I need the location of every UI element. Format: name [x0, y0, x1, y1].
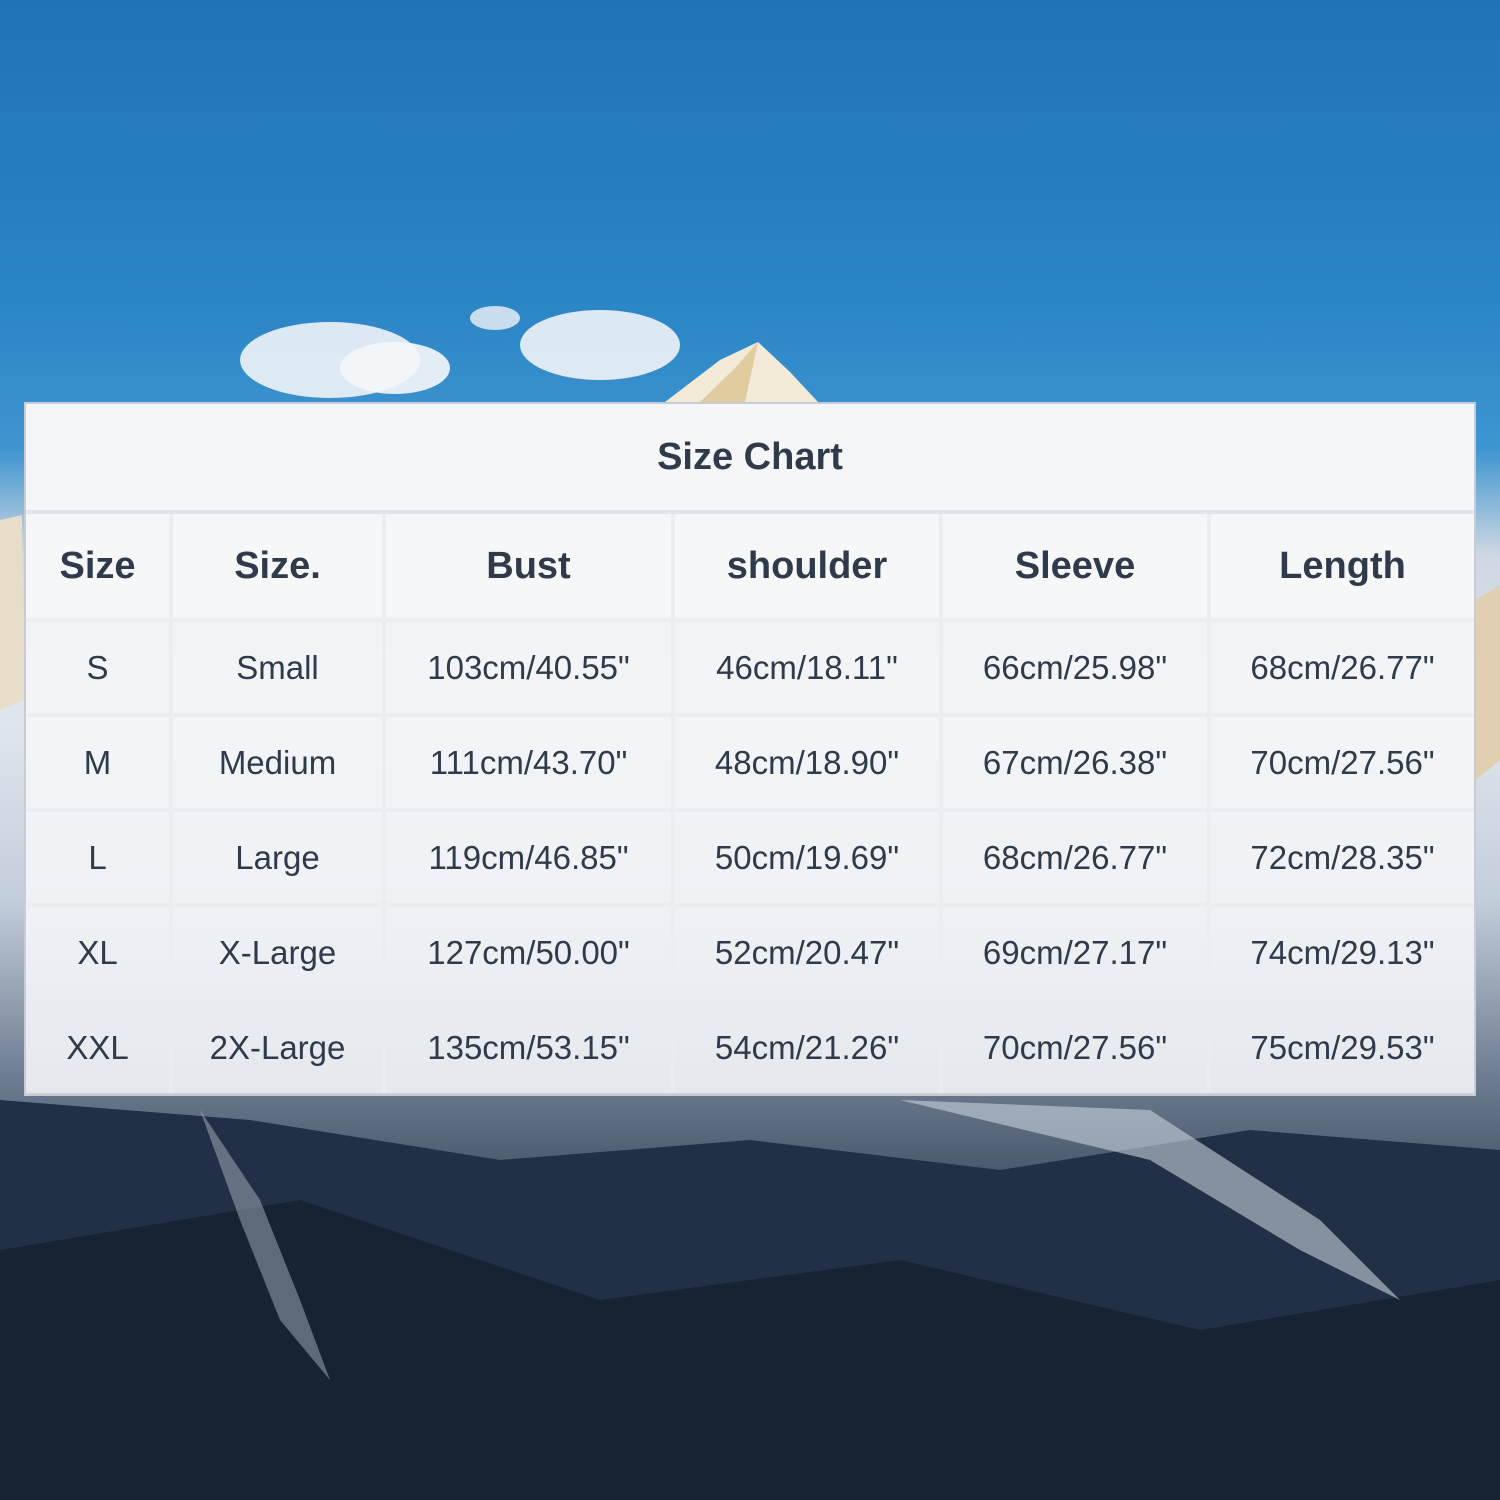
- cell-bust: 119cm/46.85": [382, 808, 673, 905]
- size-chart-panel: Size Chart Size Size. Bust shoulder Slee…: [24, 402, 1476, 1096]
- table-row: L Large 119cm/46.85" 50cm/19.69" 68cm/26…: [26, 808, 1474, 905]
- cell-sleeve: 70cm/27.56": [939, 998, 1209, 1093]
- cell-bust: 111cm/43.70": [382, 713, 673, 810]
- header-sleeve: Sleeve: [939, 514, 1209, 620]
- size-chart-title: Size Chart: [657, 435, 843, 478]
- cell-length: 72cm/28.35": [1207, 808, 1474, 905]
- cell-size-name: Medium: [169, 713, 384, 810]
- header-bust: Bust: [382, 514, 673, 620]
- table-row: XXL 2X-Large 135cm/53.15" 54cm/21.26" 70…: [26, 998, 1474, 1093]
- table-header-row: Size Size. Bust shoulder Sleeve Length: [26, 514, 1474, 620]
- cell-size-name: Large: [169, 808, 384, 905]
- table-row: S Small 103cm/40.55" 46cm/18.11" 66cm/25…: [26, 618, 1474, 715]
- cell-shoulder: 52cm/20.47": [671, 903, 941, 1000]
- cell-length: 70cm/27.56": [1207, 713, 1474, 810]
- cell-size: XL: [26, 903, 171, 1000]
- cell-bust: 135cm/53.15": [382, 998, 673, 1093]
- cell-shoulder: 48cm/18.90": [671, 713, 941, 810]
- cell-size-name: X-Large: [169, 903, 384, 1000]
- size-table: Size Size. Bust shoulder Sleeve Length S…: [26, 514, 1474, 1093]
- size-chart-header: Size Chart: [26, 404, 1474, 514]
- cell-size: S: [26, 618, 171, 715]
- cell-sleeve: 67cm/26.38": [939, 713, 1209, 810]
- cell-length: 74cm/29.13": [1207, 903, 1474, 1000]
- cell-sleeve: 69cm/27.17": [939, 903, 1209, 1000]
- header-size: Size: [26, 514, 171, 620]
- cell-bust: 127cm/50.00": [382, 903, 673, 1000]
- cell-size: L: [26, 808, 171, 905]
- cell-length: 68cm/26.77": [1207, 618, 1474, 715]
- cell-bust: 103cm/40.55": [382, 618, 673, 715]
- cell-sleeve: 68cm/26.77": [939, 808, 1209, 905]
- table-row: M Medium 111cm/43.70" 48cm/18.90" 67cm/2…: [26, 713, 1474, 810]
- cell-size: XXL: [26, 998, 171, 1093]
- cell-size-name: 2X-Large: [169, 998, 384, 1093]
- cell-shoulder: 54cm/21.26": [671, 998, 941, 1093]
- table-row: XL X-Large 127cm/50.00" 52cm/20.47" 69cm…: [26, 903, 1474, 1000]
- cell-size: M: [26, 713, 171, 810]
- cell-shoulder: 50cm/19.69": [671, 808, 941, 905]
- cell-sleeve: 66cm/25.98": [939, 618, 1209, 715]
- header-length: Length: [1207, 514, 1474, 620]
- header-size-name: Size.: [169, 514, 384, 620]
- header-shoulder: shoulder: [671, 514, 941, 620]
- cell-length: 75cm/29.53": [1207, 998, 1474, 1093]
- cell-size-name: Small: [169, 618, 384, 715]
- cell-shoulder: 46cm/18.11": [671, 618, 941, 715]
